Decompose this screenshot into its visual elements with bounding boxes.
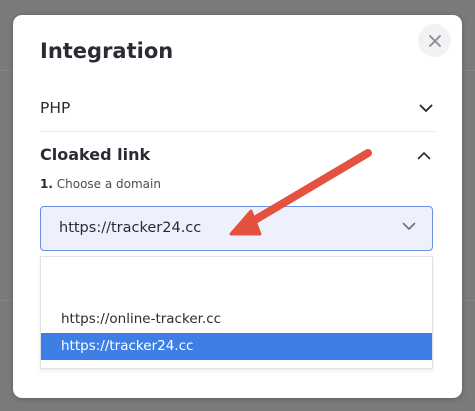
chevron-up-icon[interactable] — [417, 151, 431, 160]
modal-title: Integration — [40, 39, 174, 63]
step-number: 1. — [40, 177, 53, 191]
cloaked-link-section-label[interactable]: Cloaked link — [40, 145, 150, 164]
chevron-down-icon — [402, 222, 416, 230]
integration-modal: Integration PHP Cloaked link 1. Choose a… — [13, 15, 462, 398]
php-section-header[interactable]: PHP — [40, 99, 435, 132]
close-button[interactable] — [418, 24, 451, 57]
chevron-down-icon — [419, 104, 433, 112]
step-text: Choose a domain — [56, 177, 161, 191]
dropdown-option[interactable] — [41, 267, 432, 294]
domain-select[interactable]: https://tracker24.cc — [40, 206, 433, 251]
dropdown-option-selected[interactable]: https://tracker24.cc — [41, 333, 432, 360]
php-section-label: PHP — [40, 99, 71, 117]
dropdown-option[interactable]: https://online-tracker.cc — [41, 306, 432, 333]
close-icon — [428, 34, 441, 47]
domain-select-value: https://tracker24.cc — [59, 220, 202, 236]
domain-dropdown: https://online-tracker.cc https://tracke… — [40, 256, 433, 369]
step-label: 1. Choose a domain — [40, 177, 161, 191]
